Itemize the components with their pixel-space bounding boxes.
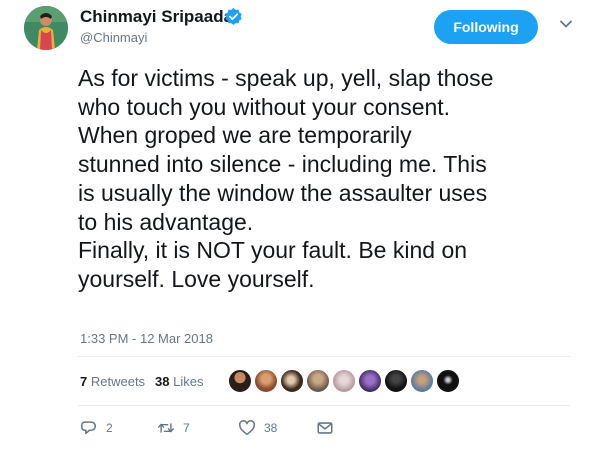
- tweet-text-line: Finally, it is NOT your fault. Be kind o…: [78, 237, 468, 264]
- liker-avatar[interactable]: [410, 369, 434, 393]
- liker-avatar[interactable]: [306, 369, 330, 393]
- tweet-text-line: is usually the window the assaulter uses: [78, 179, 488, 206]
- like-action-count: 38: [264, 421, 278, 435]
- verified-badge-icon: [224, 7, 243, 26]
- timestamp[interactable]: 1:33 PM - 12 Mar 2018: [80, 331, 213, 346]
- tweet-text-line: When groped we are temporarily: [78, 122, 412, 149]
- like-count-number: 38: [155, 374, 170, 389]
- tweet-text-line: yourself. Love yourself.: [78, 265, 315, 292]
- tweet-text-line: to his advantage.: [78, 208, 254, 235]
- retweet-action-count: 7: [183, 421, 190, 435]
- liker-avatar[interactable]: [436, 369, 460, 393]
- retweet-button[interactable]: 7: [157, 418, 190, 438]
- liker-avatar[interactable]: [254, 369, 278, 393]
- tweet-text-line: As for victims - speak up, yell, slap th…: [78, 65, 494, 91]
- divider: [78, 405, 570, 406]
- envelope-icon: [317, 422, 333, 434]
- retweet-icon: [157, 423, 175, 433]
- chevron-down-icon[interactable]: [558, 16, 574, 32]
- tweet-text: As for victims - speak up, yell, slap th…: [78, 64, 588, 294]
- heart-icon: [238, 420, 256, 436]
- direct-message-button[interactable]: [316, 418, 334, 438]
- retweet-count-number: 7: [80, 374, 88, 389]
- tweet-text-line: who touch you without your consent.: [78, 93, 451, 120]
- like-count[interactable]: 38 Likes: [155, 374, 203, 389]
- like-button[interactable]: 38: [238, 418, 277, 438]
- tweet-text-line: stunned into silence - including me. Thi…: [78, 151, 487, 178]
- retweet-count[interactable]: 7 Retweets: [80, 374, 145, 389]
- retweet-count-label: Retweets: [90, 374, 146, 389]
- liker-avatar[interactable]: [358, 369, 382, 393]
- following-button[interactable]: Following: [434, 10, 538, 44]
- liker-avatar[interactable]: [228, 369, 252, 393]
- reply-count: 2: [106, 421, 113, 435]
- reply-icon: [81, 421, 97, 435]
- user-handle[interactable]: @Chinmayi: [80, 30, 147, 45]
- like-count-label: Likes: [173, 374, 204, 389]
- liker-avatar[interactable]: [280, 369, 304, 393]
- reply-button[interactable]: 2: [80, 418, 113, 438]
- display-name[interactable]: Chinmayi Sripaada: [80, 7, 233, 27]
- divider: [78, 356, 570, 357]
- liker-avatar[interactable]: [332, 369, 356, 393]
- liker-avatar[interactable]: [384, 369, 408, 393]
- tweet-card: Chinmayi Sripaada @Chinmayi Following As…: [0, 0, 600, 450]
- avatar-image: [24, 6, 68, 50]
- avatar[interactable]: [24, 6, 68, 50]
